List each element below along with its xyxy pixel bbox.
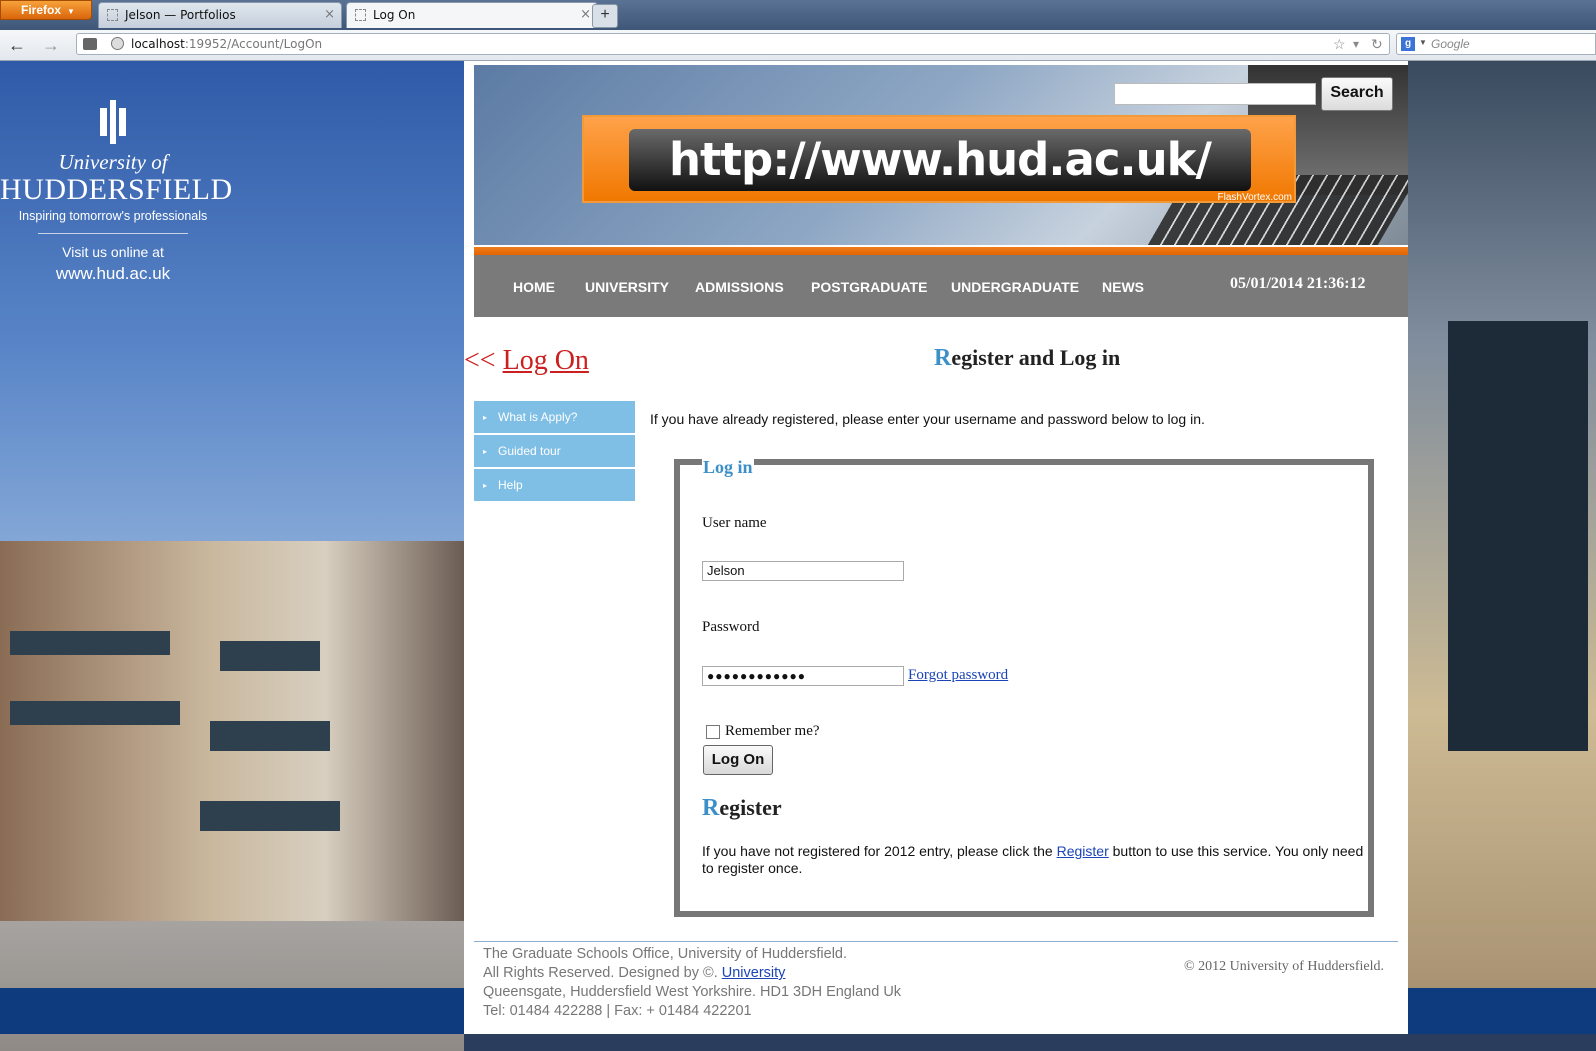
register-title: Register: [702, 795, 782, 822]
heading-rest: egister and Log in: [951, 345, 1121, 370]
right-building-photo: [1408, 61, 1596, 991]
forgot-password-link[interactable]: Forgot password: [908, 667, 1008, 684]
google-icon[interactable]: g: [1401, 37, 1415, 51]
site-identity-icon[interactable]: [83, 38, 97, 50]
visit-text: Visit us online at: [62, 244, 164, 260]
header-accent-line: [474, 247, 1408, 255]
side-item-label: Guided tour: [498, 444, 561, 458]
register-title-rest: egister: [719, 795, 782, 820]
username-label: User name: [702, 515, 767, 531]
address-bar[interactable]: localhost:19952/Account/LogOn ☆ ▾ ↻: [76, 33, 1390, 55]
back-arrow-icon[interactable]: ←: [6, 34, 28, 56]
bookmark-star-icon[interactable]: ☆: [1333, 36, 1346, 53]
page-title: Register and Log in: [934, 345, 1120, 372]
browser-tab-bar: Firefox ▼ Jelson — Portfolios × Log On × …: [0, 0, 1596, 30]
main-content: Search http://www.hud.ac.uk/ FlashVortex…: [464, 61, 1408, 1034]
login-legend: Log in: [702, 457, 754, 478]
nav-postgraduate[interactable]: POSTGRADUATE: [811, 279, 927, 295]
main-nav: HOME UNIVERSITY ADMISSIONS POSTGRADUATE …: [474, 255, 1408, 317]
campus-building: [0, 541, 464, 961]
firefox-menu-button[interactable]: Firefox ▼: [0, 0, 92, 20]
brand-university-of: University of: [58, 150, 168, 174]
nav-admissions[interactable]: ADMISSIONS: [695, 279, 784, 295]
remember-me-label: Remember me?: [725, 723, 820, 739]
heading-first-letter: R: [934, 345, 952, 371]
search-button[interactable]: Search: [1321, 77, 1393, 111]
browser-nav-bar: ← → localhost:19952/Account/LogOn ☆ ▾ ↻ …: [0, 30, 1596, 61]
nav-home[interactable]: HOME: [513, 279, 555, 295]
password-label: Password: [702, 619, 760, 635]
password-field[interactable]: ●●●●●●●●●●●●: [702, 666, 904, 686]
url-host: localhost: [131, 37, 185, 51]
header-banner: Search http://www.hud.ac.uk/ FlashVortex…: [474, 65, 1408, 245]
page-icon: [107, 9, 118, 21]
brand-tagline: Inspiring tomorrow's professionals: [18, 209, 208, 223]
datetime-display: 05/01/2014 21:36:12: [1230, 275, 1366, 292]
close-icon[interactable]: ×: [580, 3, 591, 27]
page-icon: [355, 9, 366, 21]
new-tab-button[interactable]: +: [592, 4, 618, 28]
back-logon-label: Log On: [502, 345, 589, 376]
arrow-right-icon: ▸: [483, 481, 488, 490]
side-item-help[interactable]: ▸ Help: [474, 469, 635, 501]
side-menu: ▸ What is Apply? ▸ Guided tour ▸ Help: [474, 401, 635, 503]
firefox-menu-label: Firefox: [21, 3, 62, 17]
remember-me-checkbox[interactable]: [706, 725, 720, 739]
tab-label: Log On: [373, 8, 416, 22]
side-item-label: Help: [498, 478, 523, 492]
arrow-right-icon: ▸: [483, 447, 488, 456]
register-first-letter: R: [702, 795, 720, 821]
university-brand: University of HUDDERSFIELD Inspiring tom…: [0, 100, 233, 284]
side-item-label: What is Apply?: [498, 410, 578, 424]
url-path: :19952/Account/LogOn: [184, 37, 323, 51]
arrow-right-icon: ▸: [483, 413, 488, 422]
footer-copyright: © 2012 University of Huddersfield.: [1184, 959, 1384, 974]
back-logon-link[interactable]: << Log On: [464, 345, 589, 377]
banner-credit: FlashVortex.com: [1217, 192, 1292, 203]
nav-university[interactable]: UNIVERSITY: [585, 279, 669, 295]
banner-url-text: http://www.hud.ac.uk/: [629, 129, 1251, 191]
back-arrows: <<: [464, 345, 496, 376]
register-link[interactable]: Register: [1057, 843, 1109, 859]
close-icon[interactable]: ×: [324, 3, 335, 27]
footer-line-3: Queensgate, Huddersfield West Yorkshire.…: [483, 984, 902, 1000]
footer-line-2: All Rights Reserved. Designed by ©. Univ…: [483, 964, 901, 983]
login-fieldset: Log in User name Jelson Password ●●●●●●●…: [674, 457, 1374, 917]
tab-label: Jelson — Portfolios: [125, 8, 236, 22]
footer-info: The Graduate Schools Office, University …: [483, 945, 901, 1021]
footer-line-2-prefix: All Rights Reserved. Designed by ©.: [483, 965, 722, 981]
footer-line-1: The Graduate Schools Office, University …: [483, 946, 848, 962]
search-placeholder: Google: [1431, 37, 1470, 51]
nav-news[interactable]: NEWS: [1102, 279, 1144, 295]
side-item-what-is-apply[interactable]: ▸ What is Apply?: [474, 401, 635, 433]
browser-search-box[interactable]: g ▼ Google: [1396, 33, 1596, 55]
history-dropdown-icon[interactable]: ▾: [1353, 37, 1359, 51]
url-text[interactable]: localhost:19952/Account/LogOn: [131, 37, 322, 51]
brand-website: www.hud.ac.uk: [55, 264, 171, 283]
register-text-before: If you have not registered for 2012 entr…: [702, 843, 1057, 859]
footer-divider: [474, 941, 1398, 942]
globe-icon: [111, 37, 124, 50]
browser-tab-logon[interactable]: Log On ×: [346, 2, 598, 28]
register-text: If you have not registered for 2012 entr…: [702, 843, 1374, 877]
brand-name: HUDDERSFIELD: [0, 173, 233, 206]
intro-text: If you have already registered, please e…: [650, 411, 1205, 427]
username-field[interactable]: Jelson: [702, 561, 904, 581]
side-item-guided-tour[interactable]: ▸ Guided tour: [474, 435, 635, 467]
university-logo-icon: [96, 100, 130, 144]
site-search-input[interactable]: [1114, 83, 1316, 105]
forward-arrow-icon[interactable]: →: [40, 34, 62, 56]
footer-line-4: Tel: 01484 422288 | Fax: + 01484 422201: [483, 1003, 752, 1019]
nav-undergraduate[interactable]: UNDERGRADUATE: [951, 279, 1079, 295]
chevron-down-icon[interactable]: ▼: [1419, 38, 1427, 47]
flash-banner[interactable]: http://www.hud.ac.uk/ FlashVortex.com: [582, 115, 1296, 203]
log-on-button[interactable]: Log On: [703, 745, 773, 775]
browser-tab-portfolios[interactable]: Jelson — Portfolios ×: [98, 2, 342, 28]
footer-university-link[interactable]: University: [722, 965, 786, 981]
reload-icon[interactable]: ↻: [1371, 36, 1383, 53]
chevron-down-icon: ▼: [67, 7, 75, 16]
brand-divider: [38, 233, 188, 234]
